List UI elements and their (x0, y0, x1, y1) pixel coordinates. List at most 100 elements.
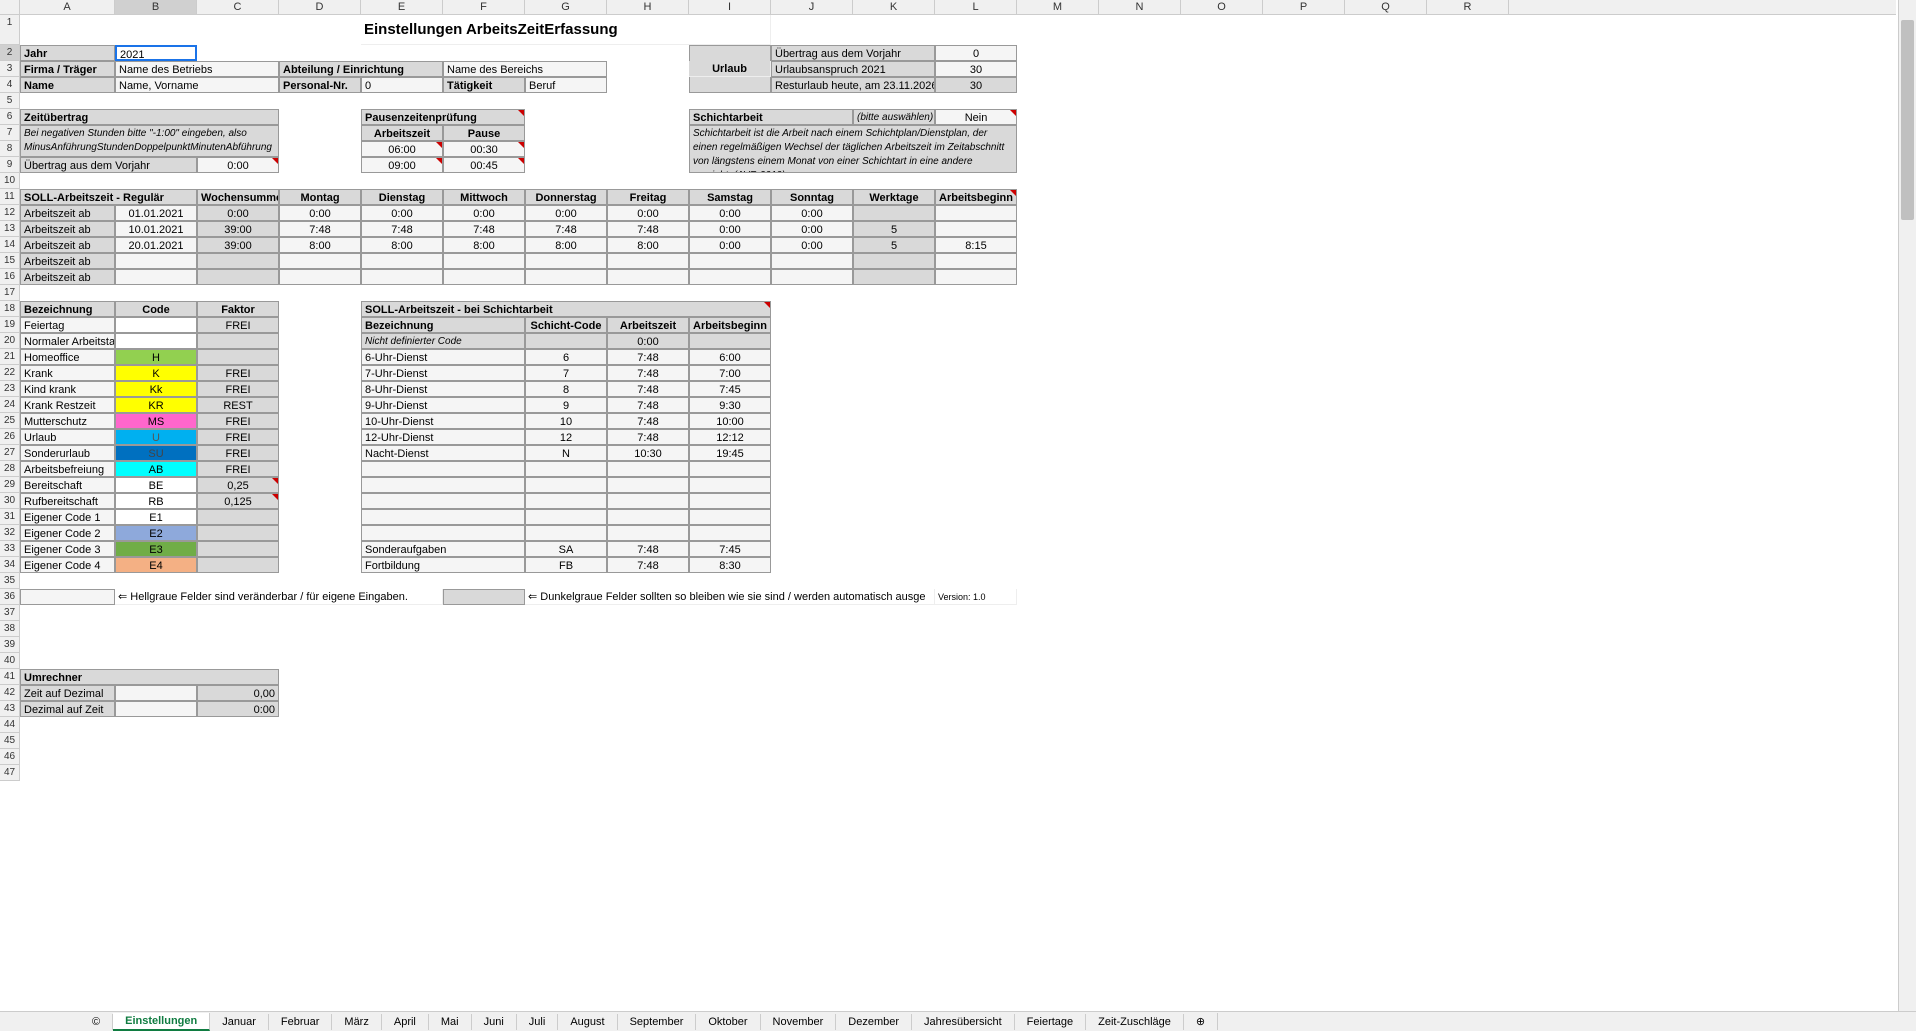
tab-januar[interactable]: Januar (210, 1014, 269, 1030)
col-header-K[interactable]: K (853, 0, 935, 14)
select-schicht[interactable]: Nein (935, 109, 1017, 125)
code-val[interactable]: E4 (115, 557, 197, 573)
soll-day[interactable] (607, 253, 689, 269)
row-header-29[interactable]: 29 (0, 477, 19, 493)
row-header-16[interactable]: 16 (0, 269, 19, 285)
soll-day[interactable]: 0:00 (607, 205, 689, 221)
tab-mai[interactable]: Mai (429, 1014, 472, 1030)
soll-day[interactable]: 0:00 (525, 205, 607, 221)
schicht-ab[interactable]: 6:00 (689, 349, 771, 365)
tab-©[interactable]: © (80, 1014, 113, 1030)
row-header-8[interactable]: 8 (0, 141, 19, 157)
code-val[interactable]: RB (115, 493, 197, 509)
soll-date[interactable]: 01.01.2021 (115, 205, 197, 221)
code-val[interactable]: H (115, 349, 197, 365)
soll-day[interactable]: 7:48 (607, 221, 689, 237)
col-header-R[interactable]: R (1427, 0, 1509, 14)
input-abteilung[interactable]: Name des Bereichs (443, 61, 607, 77)
code-bez[interactable]: Eigener Code 2 (20, 525, 115, 541)
code-val[interactable]: E1 (115, 509, 197, 525)
schicht-empty[interactable] (361, 493, 525, 509)
row-header-30[interactable]: 30 (0, 493, 19, 509)
schicht-ab[interactable]: 8:30 (689, 557, 771, 573)
schicht-empty[interactable] (607, 509, 689, 525)
schicht-ab[interactable]: 7:45 (689, 381, 771, 397)
schicht-code[interactable]: 12 (525, 429, 607, 445)
schicht-code[interactable]: 7 (525, 365, 607, 381)
code-val[interactable]: KR (115, 397, 197, 413)
cell-grid[interactable]: Einstellungen ArbeitsZeitErfassungJahr20… (20, 15, 1896, 1011)
pause-arbeitszeit[interactable]: 09:00 (361, 157, 443, 173)
row-header-46[interactable]: 46 (0, 749, 19, 765)
row-header-20[interactable]: 20 (0, 333, 19, 349)
soll-date[interactable] (115, 253, 197, 269)
soll-day[interactable] (279, 269, 361, 285)
code-bez[interactable]: Feiertag (20, 317, 115, 333)
row-headers[interactable]: 1234567891011121314151617181920212223242… (0, 15, 20, 781)
code-bez[interactable]: Arbeitsbefreiung (20, 461, 115, 477)
tab-feiertage[interactable]: Feiertage (1015, 1014, 1086, 1030)
row-header-6[interactable]: 6 (0, 109, 19, 125)
row-header-27[interactable]: 27 (0, 445, 19, 461)
code-bez[interactable]: Sonderurlaub (20, 445, 115, 461)
schicht-az[interactable]: 7:48 (607, 349, 689, 365)
input-uebertrag[interactable]: 0:00 (197, 157, 279, 173)
code-bez[interactable]: Bereitschaft (20, 477, 115, 493)
input-firma[interactable]: Name des Betriebs (115, 61, 279, 77)
col-header-G[interactable]: G (525, 0, 607, 14)
soll-day[interactable]: 7:48 (443, 221, 525, 237)
soll-day[interactable]: 8:00 (525, 237, 607, 253)
row-header-10[interactable]: 10 (0, 173, 19, 189)
soll-day[interactable] (361, 253, 443, 269)
row-header-14[interactable]: 14 (0, 237, 19, 253)
soll-day[interactable]: 8:00 (607, 237, 689, 253)
schicht-empty[interactable] (361, 509, 525, 525)
col-header-P[interactable]: P (1263, 0, 1345, 14)
code-val[interactable] (115, 333, 197, 349)
code-val[interactable]: SU (115, 445, 197, 461)
schicht-bez[interactable]: Fortbildung (361, 557, 525, 573)
schicht-empty[interactable] (525, 509, 607, 525)
soll-day[interactable]: 8:00 (443, 237, 525, 253)
schicht-empty[interactable] (525, 477, 607, 493)
schicht-az[interactable]: 7:48 (607, 541, 689, 557)
soll-day[interactable]: 0:00 (771, 221, 853, 237)
soll-day[interactable] (771, 269, 853, 285)
schicht-empty[interactable] (361, 525, 525, 541)
soll-day[interactable]: 0:00 (361, 205, 443, 221)
row-header-12[interactable]: 12 (0, 205, 19, 221)
row-header-2[interactable]: 2 (0, 45, 19, 61)
schicht-az[interactable]: 10:30 (607, 445, 689, 461)
row-header-32[interactable]: 32 (0, 525, 19, 541)
val-uebertrag-vj[interactable]: 0 (935, 45, 1017, 61)
row-header-3[interactable]: 3 (0, 61, 19, 77)
soll-date[interactable]: 10.01.2021 (115, 221, 197, 237)
col-header-H[interactable]: H (607, 0, 689, 14)
soll-day[interactable] (771, 253, 853, 269)
code-bez[interactable]: Mutterschutz (20, 413, 115, 429)
code-bez[interactable]: Eigener Code 3 (20, 541, 115, 557)
soll-beginn[interactable] (935, 269, 1017, 285)
soll-beginn[interactable]: 8:15 (935, 237, 1017, 253)
schicht-empty[interactable] (607, 525, 689, 541)
row-header-24[interactable]: 24 (0, 397, 19, 413)
code-val[interactable]: U (115, 429, 197, 445)
schicht-code[interactable]: 10 (525, 413, 607, 429)
schicht-az[interactable]: 7:48 (607, 397, 689, 413)
tab-jahresübersicht[interactable]: Jahresübersicht (912, 1014, 1015, 1030)
tab-februar[interactable]: Februar (269, 1014, 333, 1030)
col-header-O[interactable]: O (1181, 0, 1263, 14)
code-bez[interactable]: Normaler Arbeitsta (20, 333, 115, 349)
row-header-5[interactable]: 5 (0, 93, 19, 109)
col-header-N[interactable]: N (1099, 0, 1181, 14)
col-header-M[interactable]: M (1017, 0, 1099, 14)
soll-day[interactable] (443, 269, 525, 285)
code-val[interactable] (115, 317, 197, 333)
code-bez[interactable]: Homeoffice (20, 349, 115, 365)
soll-date[interactable]: 20.01.2021 (115, 237, 197, 253)
schicht-code[interactable]: 8 (525, 381, 607, 397)
val-urlaubsanspruch[interactable]: 30 (935, 61, 1017, 77)
row-header-38[interactable]: 38 (0, 621, 19, 637)
schicht-code[interactable]: SA (525, 541, 607, 557)
row-header-22[interactable]: 22 (0, 365, 19, 381)
